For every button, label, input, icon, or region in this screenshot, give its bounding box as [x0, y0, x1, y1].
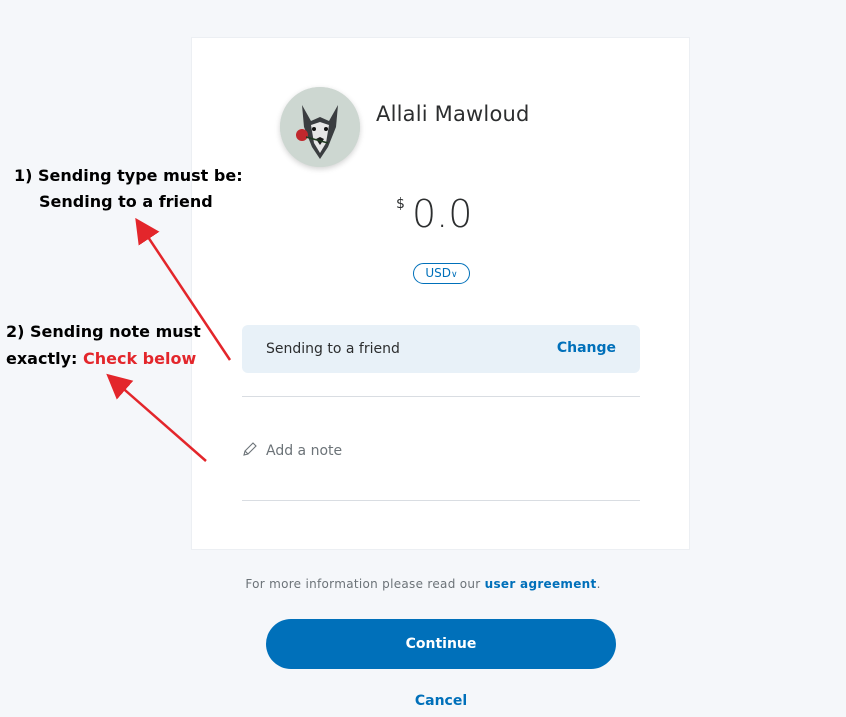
note-placeholder[interactable]: Add a note — [266, 443, 342, 459]
annotation-1-highlight: Sending to a friend — [39, 192, 213, 211]
sending-type-label: Sending to a friend — [266, 341, 400, 357]
annotation-1-title: 1) Sending type must be: — [14, 166, 243, 185]
amount-input[interactable]: 0.0 — [412, 192, 472, 236]
annotation-2-highlight: Check below — [82, 349, 197, 368]
annotation-2-line2: exactly: Check below — [6, 349, 196, 368]
currency-selected-value: USD — [425, 266, 452, 280]
payment-card: Allali Mawloud $ 0.0 USD∨ Sending to a f… — [191, 37, 690, 550]
chevron-down-icon: ∨ — [451, 270, 458, 280]
agreement-suffix: . — [596, 577, 601, 591]
recipient-avatar — [280, 87, 360, 167]
pencil-icon — [243, 442, 257, 456]
change-sending-type-link[interactable]: Change — [557, 340, 616, 356]
agreement-text: For more information please read our use… — [0, 577, 846, 591]
currency-dropdown[interactable]: USD∨ — [413, 263, 470, 284]
annotation-2-title: 2) Sending note must — [6, 322, 201, 341]
cancel-link[interactable]: Cancel — [266, 693, 616, 709]
sending-type-box: Sending to a friend Change — [242, 325, 640, 373]
divider — [242, 500, 640, 501]
recipient-name: Allali Mawloud — [376, 102, 530, 126]
annotation-2-prefix: exactly: — [6, 349, 83, 368]
agreement-prefix: For more information please read our — [245, 577, 485, 591]
note-field[interactable]: Add a note — [242, 440, 640, 464]
wolf-portrait-avatar — [280, 87, 360, 167]
continue-button[interactable]: Continue — [266, 619, 616, 669]
user-agreement-link[interactable]: user agreement — [485, 577, 597, 591]
divider — [242, 396, 640, 397]
currency-symbol: $ — [396, 196, 405, 212]
